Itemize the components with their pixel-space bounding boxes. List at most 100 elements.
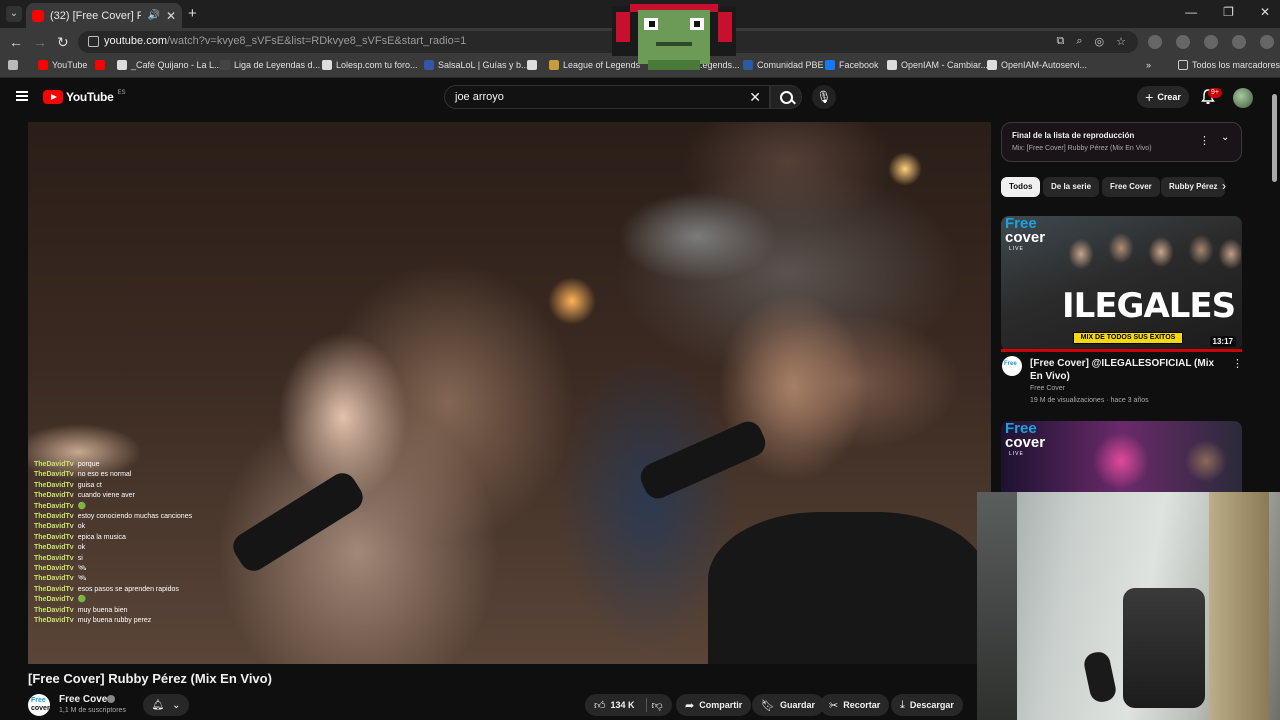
chat-username: TheDavidTv bbox=[34, 554, 74, 562]
chat-username: TheDavidTv bbox=[34, 596, 74, 604]
share-button[interactable]: ➦ Compartir bbox=[676, 694, 752, 716]
subscription-bell-button[interactable]: 🔔︎ ⌄ bbox=[143, 694, 189, 716]
new-tab-button[interactable]: + bbox=[188, 5, 197, 22]
watch-progress-bar bbox=[1001, 349, 1242, 352]
bookmark-item[interactable]: OpenIAM-Autoservi... bbox=[987, 60, 1087, 70]
chat-text: cuando viene aver bbox=[77, 492, 135, 500]
media-icon[interactable] bbox=[1204, 35, 1218, 49]
bookmark-item[interactable]: Lolesp.com tu foro... bbox=[322, 60, 418, 70]
chat-text: 🟢 bbox=[77, 502, 87, 510]
thumbs-down-icon[interactable]: 👎︎ bbox=[652, 699, 663, 712]
share-icon: ➦ bbox=[685, 699, 695, 712]
address-bar[interactable]: youtube.com/watch?v=kvye8_sVFsE&list=RDk… bbox=[78, 31, 1138, 53]
save-button[interactable]: 🔖︎ Guardar bbox=[752, 694, 824, 716]
create-button[interactable]: + Crear bbox=[1137, 86, 1189, 108]
bookmark-item[interactable]: Liga de Leyendas d... bbox=[220, 60, 320, 70]
audio-icon[interactable]: 🔊 bbox=[147, 10, 159, 21]
puzzle-icon[interactable] bbox=[1176, 35, 1190, 49]
chat-message: TheDavidTv ok bbox=[34, 522, 214, 532]
browser-tab[interactable]: (32) [Free Cover] Rubby Pérez (Mix En Vi… bbox=[26, 3, 182, 28]
chevron-down-icon[interactable]: ⌄ bbox=[1221, 132, 1229, 143]
site-info-icon[interactable] bbox=[88, 36, 99, 47]
bookmark-item[interactable]: Comunidad PBE bbox=[743, 60, 824, 70]
related-channel-avatar[interactable]: Free bbox=[1002, 356, 1022, 376]
channel-avatar[interactable]: Free cover bbox=[28, 694, 50, 716]
chip-free-cover[interactable]: Free Cover bbox=[1102, 177, 1160, 197]
notification-count-badge: 9+ bbox=[1208, 88, 1222, 98]
voice-search-mic-icon[interactable]: 🎙 bbox=[812, 85, 836, 109]
clear-search-icon[interactable]: ✕ bbox=[749, 89, 761, 106]
profile-icon[interactable] bbox=[1232, 35, 1246, 49]
extension-icon[interactable] bbox=[1148, 35, 1162, 49]
forward-icon[interactable]: → bbox=[33, 34, 47, 50]
chip-series[interactable]: De la serie bbox=[1043, 177, 1100, 197]
channel-name[interactable]: Free Cover bbox=[59, 694, 111, 705]
tab-search-button[interactable]: ⌄ bbox=[6, 6, 22, 22]
chat-message: TheDavidTv si bbox=[34, 554, 214, 564]
chip-all[interactable]: Todos bbox=[1001, 177, 1041, 197]
video-duration: 13:17 bbox=[1209, 336, 1236, 347]
all-bookmarks-folder[interactable]: Todos los marcadores bbox=[1178, 60, 1280, 70]
chip-rubby-perez[interactable]: Rubby Pérez bbox=[1161, 177, 1226, 197]
related-video-thumbnail[interactable]: Free cover LIVE bbox=[1001, 421, 1242, 493]
account-avatar[interactable] bbox=[1233, 88, 1253, 108]
bookmark-item[interactable]: OpenIAM - Cambiar... bbox=[887, 60, 988, 70]
youtube-logo[interactable]: YouTube ES bbox=[43, 90, 125, 104]
cast-icon[interactable]: ⧉ bbox=[1056, 35, 1064, 48]
chat-message: TheDavidTv muy buena rubby perez bbox=[34, 616, 214, 626]
chat-message: TheDavidTv muy buena bien bbox=[34, 606, 214, 616]
bokeh-light bbox=[548, 277, 596, 325]
clip-button[interactable]: ✂ Recortar bbox=[820, 694, 890, 716]
webcam-overlay bbox=[977, 492, 1280, 720]
eye-off-icon[interactable]: ◎ bbox=[1095, 35, 1105, 48]
search-input[interactable]: joe arroyo ✕ bbox=[444, 85, 770, 109]
playlist-subtitle: Mix: [Free Cover] Rubby Pérez (Mix En Vi… bbox=[1012, 145, 1152, 152]
reload-icon[interactable]: ↻ bbox=[57, 34, 69, 51]
singer-shirt-shape bbox=[708, 512, 988, 664]
chat-overlay: TheDavidTv porque TheDavidTv no eso es norm… bbox=[34, 460, 214, 627]
thumbs-up-icon: 👍︎ bbox=[594, 699, 606, 712]
chat-username: TheDavidTv bbox=[34, 617, 74, 625]
thumbnail-headline: ILEGALES bbox=[1062, 286, 1236, 326]
restore-icon[interactable]: ❐ bbox=[1223, 5, 1234, 19]
minimize-icon[interactable]: — bbox=[1185, 5, 1197, 19]
bookmark-item[interactable]: _Café Quijano - La L... bbox=[117, 60, 222, 70]
like-button[interactable]: 👍︎ 134 K 👎︎ bbox=[585, 694, 672, 716]
bookmark-item[interactable]: YouTube bbox=[38, 60, 87, 70]
related-channel-name[interactable]: Free Cover bbox=[1030, 385, 1065, 392]
menu-icon[interactable] bbox=[16, 91, 28, 101]
bokeh-light bbox=[888, 152, 922, 186]
back-icon[interactable]: ← bbox=[9, 34, 23, 50]
bookmark-favicon-icon bbox=[220, 60, 230, 70]
apps-grid-icon[interactable] bbox=[8, 60, 18, 70]
zoom-icon[interactable]: ⌕ bbox=[1076, 35, 1082, 48]
related-video-title[interactable]: [Free Cover] @ILEGALESOFICIAL (Mix En Vi… bbox=[1030, 357, 1220, 383]
related-video-thumbnail[interactable]: Free cover LIVE ILEGALES MIX DE TODOS SU… bbox=[1001, 216, 1242, 351]
bookmarks-overflow-icon[interactable]: » bbox=[1146, 60, 1151, 70]
search-button[interactable] bbox=[770, 85, 802, 109]
star-icon[interactable]: ☆ bbox=[1116, 35, 1126, 48]
close-tab-icon[interactable]: ✕ bbox=[166, 9, 176, 23]
playlist-title: Final de la lista de reproducción bbox=[1012, 131, 1135, 140]
chat-message: TheDavidTv ok bbox=[34, 543, 214, 553]
chat-text: epica la musica bbox=[77, 533, 126, 541]
chevron-right-icon[interactable]: › bbox=[1222, 179, 1226, 193]
chat-username: TheDavidTv bbox=[34, 513, 74, 521]
close-window-icon[interactable]: ✕ bbox=[1260, 5, 1270, 19]
bookmark-item[interactable]: Facebook bbox=[825, 60, 879, 70]
more-vert-icon[interactable]: ⋮ bbox=[1199, 134, 1210, 147]
video-title: [Free Cover] Rubby Pérez (Mix En Vivo) bbox=[28, 671, 272, 686]
more-vert-icon[interactable]: ⋮ bbox=[1232, 357, 1243, 370]
scrollbar-thumb[interactable] bbox=[1272, 94, 1277, 182]
chevron-down-icon: ⌄ bbox=[172, 699, 181, 711]
download-button[interactable]: ⤓ Descargar bbox=[891, 694, 963, 716]
bookmark-favicon-icon bbox=[549, 60, 559, 70]
playlist-panel[interactable]: Final de la lista de reproducción Mix: [… bbox=[1001, 122, 1242, 162]
menu-dots-icon[interactable] bbox=[1260, 35, 1274, 49]
youtube-header: YouTube ES joe arroyo ✕ 🎙 + Crear 9+ bbox=[0, 80, 1280, 116]
bookmark-item[interactable] bbox=[95, 60, 109, 70]
bookmark-item[interactable] bbox=[527, 60, 541, 70]
chat-message: TheDavidTv porque bbox=[34, 460, 214, 470]
bookmark-item[interactable]: SalsaLoL | Guías y b... bbox=[424, 60, 529, 70]
window-controls: — ❐ ✕ bbox=[1185, 5, 1270, 19]
